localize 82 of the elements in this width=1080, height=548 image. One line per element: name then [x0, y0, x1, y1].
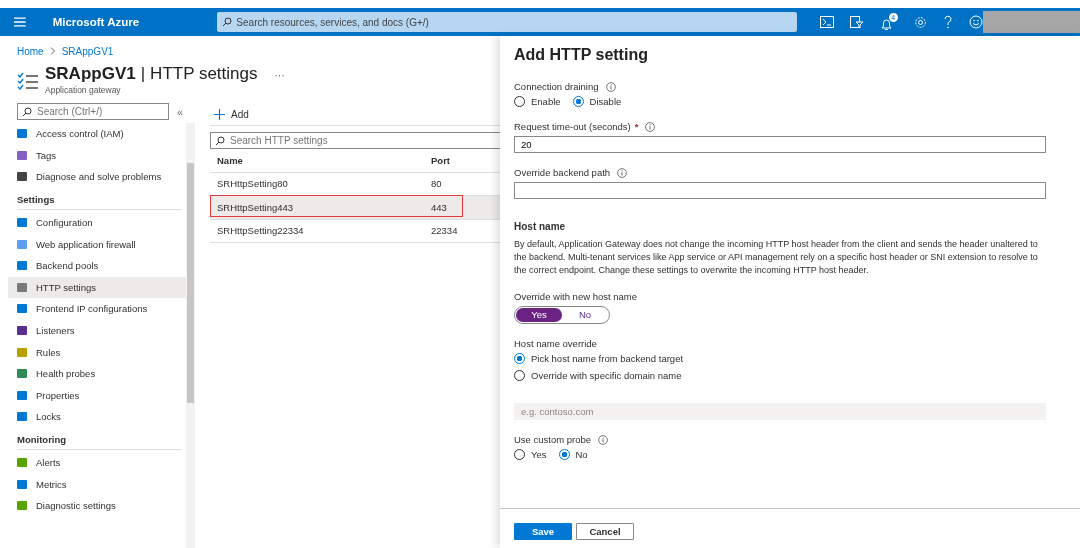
field-label: Override with new host name: [514, 291, 638, 302]
page-title: SRAppGV1: [45, 64, 136, 84]
field-label: Request time-out (seconds): [514, 121, 631, 132]
menu-item[interactable]: Listeners: [8, 319, 186, 342]
menu-item[interactable]: Diagnose and solve problems: [8, 166, 186, 188]
save-button[interactable]: Save: [514, 523, 572, 540]
settings-search-field[interactable]: Search HTTP settings: [210, 132, 500, 149]
table-cell: 443: [431, 201, 447, 213]
chevron-icon: [49, 47, 56, 55]
breadcrumb-link[interactable]: Home: [17, 45, 44, 57]
radio-label: Pick host name from backend target: [531, 353, 684, 364]
column-header[interactable]: Port: [431, 154, 450, 166]
info-icon[interactable]: [617, 167, 628, 178]
menu-section-heading: Settings: [17, 187, 181, 210]
table-row[interactable]: SRHttpSetting443 443: [210, 196, 500, 220]
title-separator: |: [140, 64, 146, 84]
smiley-icon[interactable]: [968, 15, 983, 29]
radio-button[interactable]: [558, 449, 570, 460]
filter-icon[interactable]: [849, 15, 864, 29]
menu-item[interactable]: Access control (IAM): [8, 123, 186, 145]
page-section-title: HTTP settings: [150, 64, 258, 84]
search-icon: [215, 135, 225, 146]
help-icon[interactable]: [942, 15, 953, 29]
collapse-button[interactable]: «: [177, 105, 184, 118]
more-button[interactable]: ···: [274, 70, 285, 81]
menu-item[interactable]: Health probes: [8, 362, 186, 385]
description-text: By default, Application Gateway does not change the incoming HTTP host header from the client and sends the header unaltered to the backend. Multi-tenant services like App service or API management rely on a specific host header or SNI extension to resolve to the correct endpoint. Change these settings to overwrite the incoming HTTP host header.: [514, 238, 1039, 277]
radio-label: Enable: [531, 96, 561, 107]
menu-item[interactable]: Web application firewall: [8, 233, 186, 255]
cancel-button[interactable]: Cancel: [576, 523, 634, 540]
table-cell-text: SRHttpSetting80: [216, 178, 289, 190]
menu-item[interactable]: Configuration: [8, 211, 186, 234]
radio-button[interactable]: [514, 353, 525, 364]
radio-label: Yes: [531, 449, 547, 460]
field-label: Host name override: [514, 338, 597, 349]
toggle-option[interactable]: Yes: [516, 308, 562, 322]
radio-label: Override with specific domain name: [531, 370, 682, 381]
info-icon[interactable]: [605, 81, 616, 92]
section-heading: Host name: [514, 221, 567, 232]
menu-item[interactable]: Metrics: [8, 473, 186, 495]
text-field[interactable]: [514, 182, 1046, 199]
table-cell-text: SRHttpSetting443: [216, 201, 295, 213]
field-label: Use custom probe: [514, 434, 592, 445]
breadcrumb-link[interactable]: SRAppGV1: [61, 45, 114, 57]
menu-item[interactable]: Diagnostic settings: [8, 494, 186, 517]
info-icon[interactable]: [598, 434, 609, 445]
scrollbar[interactable]: [186, 123, 195, 548]
table-cell: 22334: [431, 225, 458, 237]
menu-section-heading: Monitoring: [17, 427, 181, 450]
menu-icon[interactable]: [14, 17, 26, 27]
radio-button[interactable]: [572, 96, 584, 107]
menu-item[interactable]: HTTP settings: [8, 276, 186, 299]
brand-name[interactable]: Microsoft Azure: [52, 16, 170, 28]
settings-icon[interactable]: [913, 15, 927, 29]
field-label: Connection draining: [514, 81, 599, 92]
menu-item[interactable]: Frontend IP configurations: [8, 298, 186, 320]
toggle-option[interactable]: No: [562, 308, 608, 322]
table-row[interactable]: SRHttpSetting22334 22334: [210, 219, 500, 243]
text-field[interactable]: 20: [514, 136, 1046, 153]
field-label: Override backend path: [514, 167, 611, 178]
radio-label: Disable: [589, 96, 622, 107]
info-icon[interactable]: [645, 121, 656, 132]
add-button[interactable]: Add: [210, 108, 253, 120]
terminal-icon[interactable]: [819, 16, 834, 28]
menu-item[interactable]: Properties: [8, 384, 186, 407]
search-icon: [222, 17, 233, 27]
menu-item[interactable]: Backend pools: [8, 254, 186, 277]
global-search-field[interactable]: Search resources, services, and docs (G+/): [217, 12, 797, 32]
menu-item[interactable]: Rules: [8, 341, 186, 363]
radio-label: No: [575, 449, 588, 460]
menu-item[interactable]: Locks: [8, 406, 186, 428]
column-header[interactable]: Name: [210, 154, 431, 166]
menu-item[interactable]: Alerts: [8, 451, 186, 474]
panel-title: Add HTTP setting: [514, 46, 649, 64]
menu-search-field[interactable]: Search (Ctrl+/): [17, 103, 169, 120]
required-mark: *: [634, 121, 639, 132]
table-cell-text: SRHttpSetting22334: [216, 225, 305, 237]
page-subtitle: Application gateway: [45, 85, 122, 95]
plus-icon: [214, 108, 225, 120]
table-cell: 80: [431, 178, 442, 190]
menu-item[interactable]: Tags: [8, 144, 186, 167]
search-icon: [22, 106, 32, 117]
